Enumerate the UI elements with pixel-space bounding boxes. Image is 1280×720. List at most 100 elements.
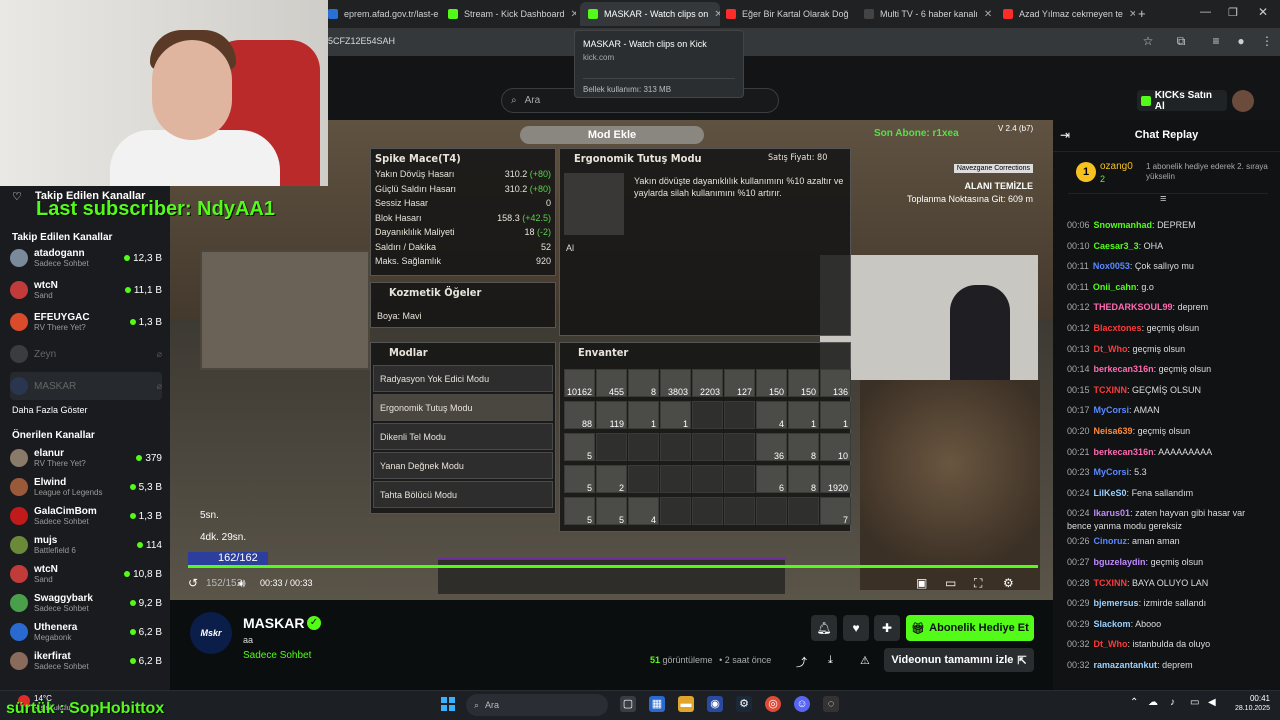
fullscreen-icon[interactable]: ⛶ — [974, 576, 982, 591]
inventory-slot[interactable]: 8 — [788, 433, 819, 461]
profile-icon[interactable]: ● — [1230, 30, 1252, 52]
chat-username[interactable]: Blacxtones — [1094, 323, 1142, 333]
chat-username[interactable]: ramazantankut — [1094, 660, 1158, 670]
inventory-slot[interactable]: 7 — [820, 497, 851, 525]
follow-heart-icon[interactable]: ♥ — [843, 615, 869, 641]
inventory-slot[interactable]: 1 — [660, 401, 691, 429]
extensions-icon[interactable]: ⧉ — [1170, 30, 1192, 52]
browser-tab[interactable]: Multi TV - 6 haber kanalı ✕ — [856, 2, 992, 26]
recommended-channel-item[interactable]: GalaCimBom Sadece Sohbet 1,3 B — [10, 502, 162, 530]
followed-channel-item[interactable]: atadogann Sadece Sohbet 12,3 B — [10, 244, 162, 272]
inventory-slot[interactable]: 8 — [628, 369, 659, 397]
show-more-link[interactable]: Daha Fazla Göster — [12, 405, 88, 415]
inventory-slot[interactable]: 6 — [756, 465, 787, 493]
obs-icon[interactable]: ◌ — [823, 696, 839, 712]
chat-username[interactable]: Nox0053 — [1093, 261, 1130, 271]
chat-username[interactable]: THEDARKSOUL99 — [1094, 302, 1173, 312]
media-icon[interactable]: ≡ — [1205, 30, 1227, 52]
inventory-slot[interactable]: 4 — [756, 401, 787, 429]
inventory-slot[interactable]: 136 — [820, 369, 851, 397]
theater-icon[interactable]: ▭ — [945, 576, 956, 590]
mic-icon[interactable]: ♪ — [1170, 697, 1175, 708]
inventory-slot[interactable]: 127 — [724, 369, 755, 397]
download-icon[interactable]: ⤓ — [828, 654, 833, 667]
mod-slot[interactable]: Yanan Değnek Modu — [373, 452, 553, 479]
close-tab-icon[interactable]: ✕ — [984, 9, 992, 20]
playback-progress-bar[interactable] — [188, 565, 1038, 568]
inventory-slot[interactable] — [660, 497, 691, 525]
url-text[interactable]: 5CFZ12E54SAH — [328, 36, 395, 46]
browser-tab[interactable]: Stream - Kick Dashboard ✕ — [440, 2, 576, 26]
inventory-slot[interactable]: 3803 — [660, 369, 691, 397]
chat-username[interactable]: TCXINN — [1094, 385, 1128, 395]
speaker-icon[interactable]: ◀ — [1208, 697, 1216, 708]
inventory-slot[interactable]: 2203 — [692, 369, 723, 397]
recommended-channel-item[interactable]: ikerfirat Sadece Sohbet 6,2 B — [10, 647, 162, 675]
gift-subscription-button[interactable]: 🎁︎ Abonelik Hediye Et — [906, 615, 1034, 641]
channel-name[interactable]: MASKAR — [243, 615, 304, 631]
bookmark-star-icon[interactable]: ☆ — [1137, 30, 1159, 52]
inventory-slot[interactable] — [628, 433, 659, 461]
inventory-slot[interactable]: 88 — [564, 401, 595, 429]
close-window-button[interactable]: ✕ — [1258, 5, 1268, 19]
filter-icon[interactable]: ≡ — [1160, 193, 1166, 205]
chat-username[interactable]: Neisa639 — [1094, 426, 1133, 436]
inventory-slot[interactable]: 5 — [564, 433, 595, 461]
inventory-slot[interactable] — [692, 465, 723, 493]
chat-username[interactable]: TCXINN — [1094, 578, 1128, 588]
app-icon[interactable]: ◉ — [707, 696, 723, 712]
close-tab-icon[interactable]: ✕ — [571, 9, 576, 20]
followed-channel-item[interactable]: MASKAR ⌀ — [10, 372, 162, 400]
inventory-slot[interactable] — [724, 497, 755, 525]
chat-username[interactable]: Dt_Who — [1094, 639, 1128, 649]
start-icon[interactable] — [441, 697, 455, 711]
mod-slot[interactable]: Ergonomik Tutuş Modu — [373, 394, 553, 421]
chat-username[interactable]: LilKeS0 — [1094, 488, 1127, 498]
inventory-slot[interactable]: 1920 — [820, 465, 851, 493]
inventory-slot[interactable]: 5 — [564, 465, 595, 493]
inventory-slot[interactable] — [660, 465, 691, 493]
chat-username[interactable]: bguzelaydin — [1094, 557, 1146, 567]
discord-icon[interactable]: ☺ — [794, 696, 810, 712]
followed-channel-item[interactable]: EFEUYGAC RV There Yet? 1,3 B — [10, 308, 162, 336]
chat-username[interactable]: berkecan316n — [1094, 447, 1154, 457]
inventory-slot[interactable] — [692, 401, 723, 429]
replay-icon[interactable]: ↺ — [188, 576, 198, 590]
new-tab-button[interactable]: + — [1138, 6, 1146, 21]
settings-icon[interactable]: ⚙ — [1003, 576, 1014, 590]
file-explorer-icon[interactable]: ▬ — [678, 696, 694, 712]
video-player[interactable]: Mod Ekle Son Abone: r1xea V 2.4 (b7) Nav… — [170, 120, 1053, 600]
channel-logo[interactable]: Mskr — [190, 612, 232, 654]
network-icon[interactable]: ☁ — [1148, 697, 1158, 708]
inventory-slot[interactable] — [756, 497, 787, 525]
inventory-slot[interactable]: 150 — [788, 369, 819, 397]
followed-channel-item[interactable]: wtcN Sand 11,1 B — [10, 276, 162, 304]
chat-username[interactable]: berkecan316n — [1094, 364, 1154, 374]
chat-username[interactable]: Onii_cahn — [1093, 282, 1137, 292]
wifi-icon[interactable]: ▭ — [1190, 697, 1199, 708]
mod-slot[interactable]: Tahta Bölücü Modu — [373, 481, 553, 508]
close-tab-icon[interactable]: ✕ — [1129, 9, 1135, 20]
inventory-slot[interactable]: 455 — [596, 369, 627, 397]
chat-username[interactable]: MyCorsi — [1094, 467, 1130, 477]
inventory-slot[interactable]: 4 — [628, 497, 659, 525]
maximize-button[interactable]: ❐ — [1228, 6, 1238, 19]
inventory-slot[interactable] — [596, 433, 627, 461]
browser-tab[interactable]: MASKAR - Watch clips on ✕ — [580, 2, 720, 26]
inventory-slot[interactable]: 1 — [820, 401, 851, 429]
recommended-channel-item[interactable]: Swaggybark Sadece Sohbet 9,2 B — [10, 589, 162, 617]
recommended-channel-item[interactable]: mujs Battlefield 6 114 — [10, 531, 162, 559]
stream-category[interactable]: Sadece Sohbet — [243, 650, 311, 661]
inventory-slot[interactable] — [724, 465, 755, 493]
inventory-slot[interactable]: 8 — [788, 465, 819, 493]
inventory-slot[interactable]: 2 — [596, 465, 627, 493]
chat-username[interactable]: Cinoruz — [1094, 536, 1128, 546]
tray-chevron-icon[interactable]: ⌃ — [1130, 697, 1138, 708]
recommended-channel-item[interactable]: elanur RV There Yet? 379 — [10, 444, 162, 472]
inventory-slot[interactable] — [692, 497, 723, 525]
recommended-channel-item[interactable]: Uthenera Megabonk 6,2 B — [10, 618, 162, 646]
add-icon[interactable]: ✚ — [874, 615, 900, 641]
chat-username[interactable]: Dt_Who — [1094, 344, 1128, 354]
user-avatar[interactable] — [1232, 90, 1254, 112]
recommended-channel-item[interactable]: wtcN Sand 10,8 B — [10, 560, 162, 588]
